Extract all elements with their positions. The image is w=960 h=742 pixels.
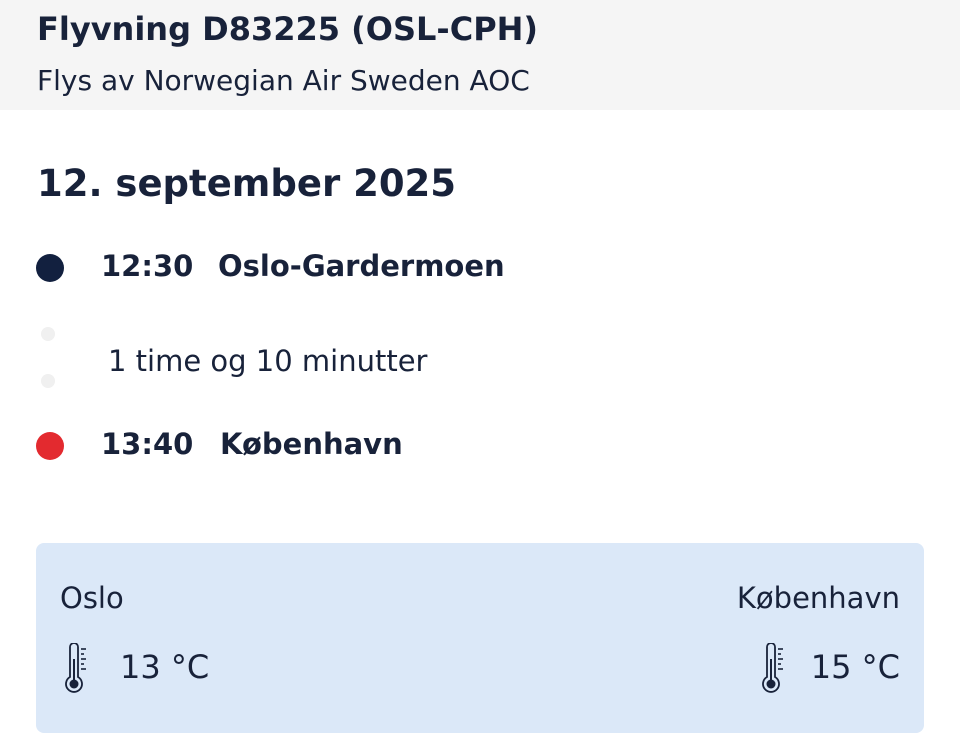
arrival-time: 13:40 — [101, 427, 194, 461]
destination-temperature: 15 °C — [810, 648, 900, 686]
thermometer-icon — [65, 643, 86, 693]
destination-city: København — [736, 581, 900, 615]
departure-airport: Oslo-Gardermoen — [218, 249, 505, 283]
departure-time: 12:30 — [101, 249, 194, 283]
departure-row: 12:30 Oslo-Gardermoen — [0, 248, 960, 288]
timeline-dot-icon — [41, 327, 55, 341]
operator-text: Flys av Norwegian Air Sweden AOC — [37, 64, 530, 97]
weather-panel: Oslo 13 °C København 15 °C — [36, 543, 924, 733]
flight-title: Flyvning D83225 (OSL-CPH) — [37, 10, 539, 48]
flight-duration: 1 time og 10 minutter — [108, 344, 428, 378]
flight-date: 12. september 2025 — [37, 162, 457, 205]
departure-dot-icon — [36, 254, 64, 282]
arrival-row: 13:40 København — [0, 426, 960, 466]
origin-city: Oslo — [60, 581, 124, 615]
flight-header: Flyvning D83225 (OSL-CPH) Flys av Norweg… — [0, 0, 960, 110]
arrival-dot-icon — [36, 432, 64, 460]
timeline-dot-icon — [41, 374, 55, 388]
arrival-airport: København — [220, 427, 403, 461]
origin-temperature: 13 °C — [120, 648, 210, 686]
thermometer-icon — [762, 643, 783, 693]
